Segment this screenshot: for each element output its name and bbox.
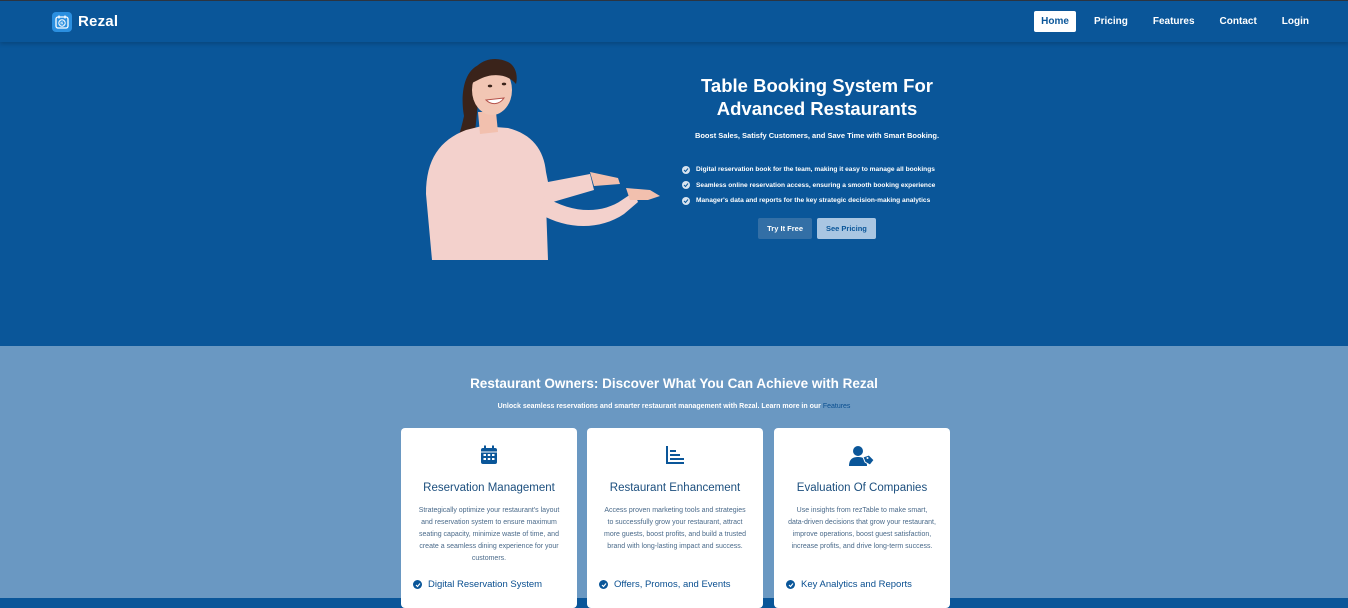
hero-bullet-text: Manager's data and reports for the key s… xyxy=(696,197,931,205)
features-link[interactable]: Features xyxy=(823,403,851,410)
card-description: Strategically optimize your restaurant's… xyxy=(418,507,560,562)
hero-bullet-text: Digital reservation book for the team, m… xyxy=(696,166,935,174)
hero-bullet: Seamless online reservation access, ensu… xyxy=(682,178,964,194)
nav-pricing[interactable]: Pricing xyxy=(1087,11,1135,32)
check-circle-icon xyxy=(682,196,690,205)
nav-home[interactable]: Home xyxy=(1034,11,1076,32)
hero-subtitle: Boost Sales, Satisfy Customers, and Save… xyxy=(694,131,940,140)
hero-title: Table Booking System For Advanced Restau… xyxy=(701,75,933,119)
check-circle-icon xyxy=(682,181,690,190)
svg-text:K: K xyxy=(60,20,64,25)
brand[interactable]: K Rezal xyxy=(52,11,119,32)
feature-card-reservation: Reservation Management Strategically opt… xyxy=(401,428,577,608)
see-pricing-button[interactable]: See Pricing xyxy=(817,217,876,239)
card-title: Reservation Management xyxy=(423,482,555,494)
calendar-icon xyxy=(401,445,577,465)
card-title: Evaluation Of Companies xyxy=(796,482,928,494)
card-description: Use insights from rezTable to make smart… xyxy=(788,507,936,550)
brand-name: Rezal xyxy=(78,13,119,30)
nav-contact[interactable]: Contact xyxy=(1213,11,1264,32)
card-feature-item: Offers, Promos, and Events xyxy=(599,579,731,590)
card-description: Access proven marketing tools and strate… xyxy=(603,507,747,550)
check-circle-icon xyxy=(682,165,690,174)
features-title: Restaurant Owners: Discover What You Can… xyxy=(470,376,878,391)
card-feature-text: Digital Reservation System xyxy=(428,579,543,590)
try-it-free-button[interactable]: Try It Free xyxy=(758,217,812,239)
hero-section: Table Booking System For Advanced Restau… xyxy=(0,42,1348,346)
card-feature-item: Key Analytics and Reports xyxy=(786,579,912,590)
feature-card-evaluation: Evaluation Of Companies Use insights fro… xyxy=(774,428,950,608)
features-subtitle: Unlock seamless reservations and smarter… xyxy=(0,403,1348,410)
hero-bullet-text: Seamless online reservation access, ensu… xyxy=(696,181,936,189)
card-feature-text: Key Analytics and Reports xyxy=(801,579,912,590)
calendar-logo-icon: K xyxy=(52,11,72,32)
card-feature-text: Offers, Promos, and Events xyxy=(614,579,731,590)
hero-text: Table Booking System For Advanced Restau… xyxy=(670,74,964,239)
check-circle-icon xyxy=(786,580,795,589)
nav-links: Home Pricing Features Contact Login xyxy=(1023,11,1316,32)
chart-icon xyxy=(587,445,763,465)
features-section: Restaurant Owners: Discover What You Can… xyxy=(0,346,1348,608)
hero-buttons: Try It Free See Pricing xyxy=(670,217,964,239)
hero-woman-image xyxy=(412,54,664,260)
navbar: K Rezal Home Pricing Features Contact Lo… xyxy=(0,0,1348,42)
hero-bullet: Digital reservation book for the team, m… xyxy=(682,162,964,178)
features-subtitle-text: Unlock seamless reservations and smarter… xyxy=(497,403,821,410)
nav-features[interactable]: Features xyxy=(1146,11,1202,32)
feature-card-enhancement: Restaurant Enhancement Access proven mar… xyxy=(587,428,763,608)
card-title: Restaurant Enhancement xyxy=(609,482,741,494)
user-tag-icon xyxy=(774,445,950,467)
card-feature-item: Digital Reservation System xyxy=(413,579,542,590)
check-circle-icon xyxy=(599,580,608,589)
check-circle-icon xyxy=(413,580,422,589)
hero-bullets: Digital reservation book for the team, m… xyxy=(670,162,964,209)
hero-bullet: Manager's data and reports for the key s… xyxy=(682,193,964,209)
nav-login[interactable]: Login xyxy=(1275,11,1316,32)
